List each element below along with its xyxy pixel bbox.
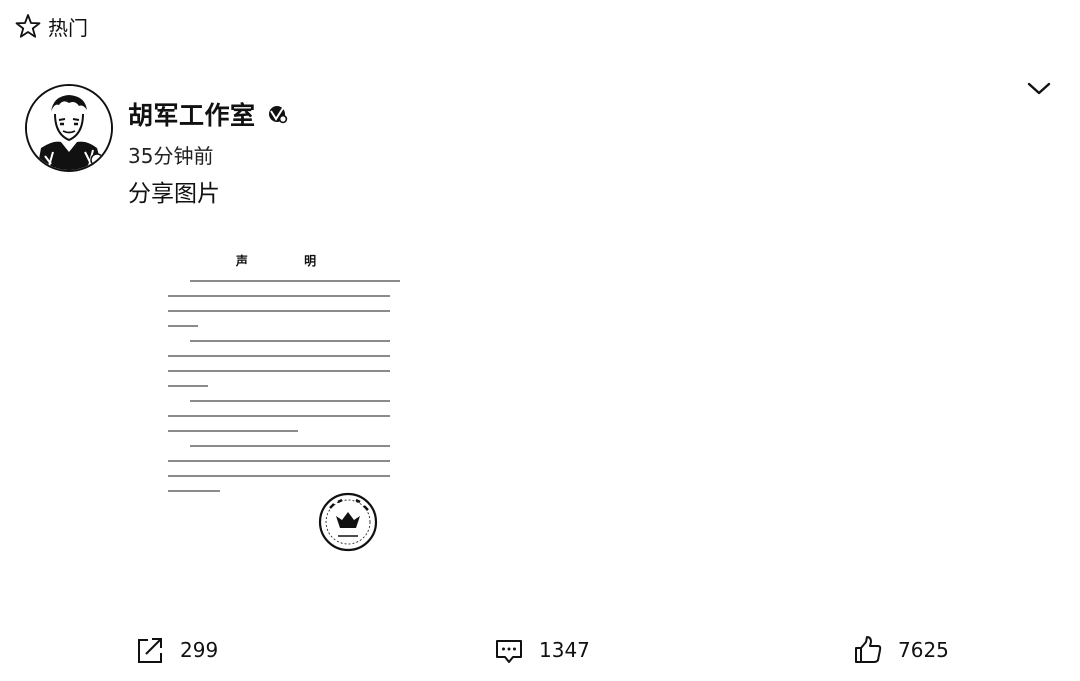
author-name-row: 胡军工作室 (128, 96, 288, 132)
verified-v-icon (266, 103, 288, 125)
section-title: 热门 (48, 15, 88, 40)
hot-section-header: 热门 (14, 10, 88, 42)
post-text: 分享图片 (128, 181, 220, 207)
share-button[interactable]: 299 (134, 630, 218, 670)
author-name[interactable]: 胡军工作室 (128, 96, 256, 132)
post-timestamp: 35分钟前 (128, 144, 214, 168)
thumbs-up-icon (852, 634, 884, 666)
chevron-down-icon[interactable] (1026, 78, 1052, 100)
statement-body (168, 280, 400, 505)
company-seal (316, 490, 380, 554)
statement-title: 声 明 (235, 254, 343, 268)
avatar[interactable] (25, 84, 113, 172)
like-button[interactable]: 7625 (852, 630, 949, 670)
comment-count: 1347 (539, 638, 590, 662)
statement-image[interactable]: 声 明 (160, 238, 400, 568)
share-count: 299 (180, 638, 219, 662)
share-icon (134, 634, 166, 666)
action-bar: 299 1347 7625 (0, 630, 1080, 670)
star-outline-icon[interactable] (14, 12, 42, 40)
comment-icon (493, 634, 525, 666)
like-count: 7625 (898, 638, 949, 662)
comment-button[interactable]: 1347 (493, 630, 590, 670)
